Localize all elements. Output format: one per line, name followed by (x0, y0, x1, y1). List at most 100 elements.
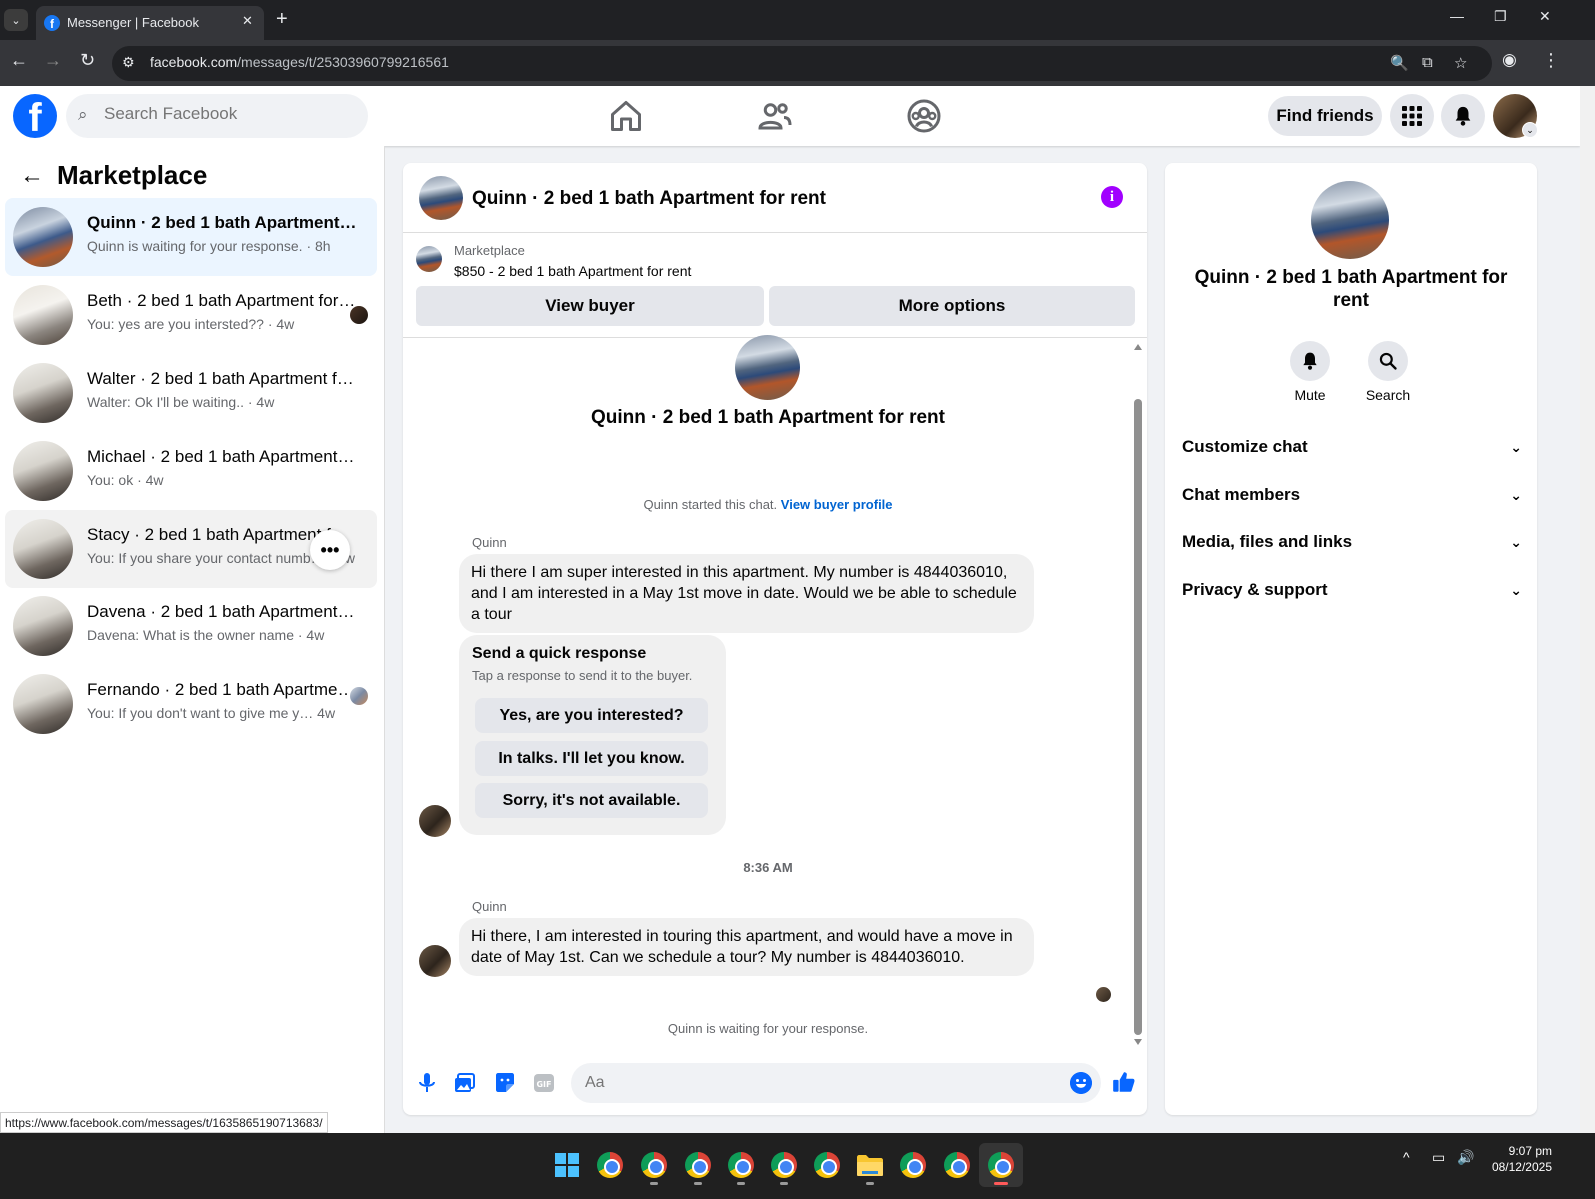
page-scrollbar[interactable] (1580, 86, 1595, 1133)
privacy-support-section[interactable]: Privacy & support ⌄ (1182, 570, 1522, 610)
facebook-logo-icon[interactable]: f (13, 94, 57, 138)
facebook-favicon-icon: f (44, 15, 60, 31)
info-icon[interactable]: i (1101, 186, 1123, 208)
quick-response-title: Send a quick response (472, 645, 647, 662)
browser-tab[interactable]: f Messenger | Facebook ✕ (36, 6, 264, 40)
chat-title[interactable]: Quinn · 2 bed 1 bath Apartment for rent (472, 188, 826, 210)
listing-thumbnail[interactable] (416, 246, 442, 272)
back-icon[interactable]: ← (10, 50, 28, 71)
taskbar-clock[interactable]: 9:07 pm 08/12/2025 (1480, 1143, 1552, 1175)
view-buyer-profile-link[interactable]: View buyer profile (781, 497, 893, 512)
emoji-icon[interactable] (1070, 1072, 1092, 1094)
search-action[interactable]: Search (1348, 341, 1428, 403)
media-files-links-section[interactable]: Media, files and links ⌄ (1182, 522, 1522, 562)
start-button[interactable] (545, 1143, 589, 1187)
sidebar-title: Marketplace (57, 160, 208, 190)
conversation-item[interactable]: Walter · 2 bed 1 bath Apartment for rent… (5, 354, 377, 432)
url-text[interactable]: facebook.com/messages/t/2530396079921656… (150, 54, 449, 70)
taskbar-chrome[interactable] (891, 1143, 935, 1187)
message-input[interactable] (571, 1063, 1101, 1103)
menu-grid-button[interactable] (1390, 94, 1434, 138)
taskbar-file-explorer[interactable] (848, 1143, 892, 1187)
mute-action[interactable]: Mute (1270, 341, 1350, 403)
chevron-down-icon: ⌄ (1510, 533, 1522, 550)
quick-response-in-talks-button[interactable]: In talks. I'll let you know. (475, 741, 708, 776)
notifications-button[interactable] (1441, 94, 1485, 138)
taskbar-chrome[interactable] (805, 1143, 849, 1187)
bookmark-star-icon[interactable]: ☆ (1454, 54, 1467, 72)
tab-list-button[interactable]: ⌄ (4, 9, 28, 31)
quick-response-yes-button[interactable]: Yes, are you interested? (475, 698, 708, 733)
home-icon[interactable] (608, 98, 644, 134)
taskbar-chrome[interactable] (762, 1143, 806, 1187)
restore-icon[interactable]: ❐ (1494, 8, 1507, 25)
chat-listing-photo[interactable] (419, 176, 463, 220)
conversation-preview: Davena: What is the owner name · 4w (87, 627, 325, 643)
details-listing-photo[interactable] (1311, 181, 1389, 259)
groups-icon[interactable] (906, 98, 942, 134)
taskbar-chrome[interactable] (588, 1143, 632, 1187)
message-bubble[interactable]: Hi there, I am interested in touring thi… (459, 918, 1034, 976)
chrome-icon (728, 1152, 754, 1178)
photo-icon[interactable] (453, 1071, 477, 1095)
close-window-icon[interactable]: ✕ (1539, 8, 1551, 25)
network-icon[interactable]: ▭ (1432, 1149, 1445, 1166)
conversation-name: Davena · 2 bed 1 bath Apartment for rent (87, 602, 357, 621)
status-bar-url: https://www.facebook.com/messages/t/1635… (0, 1112, 328, 1133)
microphone-icon[interactable] (415, 1071, 439, 1095)
message-bubble[interactable]: Hi there I am super interested in this a… (459, 554, 1034, 633)
more-options-button[interactable]: More options (769, 286, 1135, 326)
volume-icon[interactable]: 🔊 (1457, 1149, 1474, 1166)
message-scrollbar[interactable] (1131, 339, 1145, 1051)
taskbar-chrome[interactable] (719, 1143, 763, 1187)
reload-icon[interactable]: ↻ (80, 50, 95, 71)
back-arrow-icon[interactable]: ← (20, 162, 44, 190)
sender-avatar[interactable] (419, 805, 451, 837)
search-input[interactable] (104, 104, 354, 124)
new-tab-icon[interactable]: + (276, 8, 288, 31)
conversation-item[interactable]: Stacy · 2 bed 1 bath Apartment for rent Y… (5, 510, 377, 588)
chat-members-section[interactable]: Chat members ⌄ (1182, 475, 1522, 515)
conversation-item[interactable]: Fernando · 2 bed 1 bath Apartment for re… (5, 665, 377, 743)
profile-icon[interactable]: ◉ (1502, 50, 1517, 70)
minimize-icon[interactable]: — (1450, 8, 1464, 24)
conversation-item[interactable]: Quinn · 2 bed 1 bath Apartment for rent Q… (5, 198, 377, 276)
tab-close-icon[interactable]: ✕ (242, 13, 253, 29)
tab-title: Messenger | Facebook (67, 15, 199, 30)
taskbar-chrome-active[interactable] (979, 1143, 1023, 1187)
zoom-icon[interactable]: 🔍 (1390, 54, 1409, 72)
sender-avatar[interactable] (419, 945, 451, 977)
tray-overflow-icon[interactable]: ^ (1403, 1149, 1410, 1165)
customize-chat-section[interactable]: Customize chat ⌄ (1182, 427, 1522, 467)
conversation-item[interactable]: Michael · 2 bed 1 bath Apartment for ren… (5, 432, 377, 510)
quick-response-card: Send a quick response Tap a response to … (459, 635, 726, 835)
listing-price[interactable]: $850 - 2 bed 1 bath Apartment for rent (454, 263, 691, 279)
find-friends-button[interactable]: Find friends (1268, 96, 1382, 136)
conversation-item[interactable]: Davena · 2 bed 1 bath Apartment for rent… (5, 587, 377, 665)
conversation-name: Fernando · 2 bed 1 bath Apartment for re… (87, 680, 357, 699)
quick-response-not-available-button[interactable]: Sorry, it's not available. (475, 783, 708, 818)
intro-title: Quinn · 2 bed 1 bath Apartment for rent (591, 407, 945, 428)
gif-icon[interactable]: GIF (532, 1071, 556, 1095)
conversation-name: Michael · 2 bed 1 bath Apartment for ren… (87, 447, 357, 466)
sender-name: Quinn (472, 535, 507, 550)
view-buyer-button[interactable]: View buyer (416, 286, 764, 326)
friends-icon[interactable] (757, 98, 793, 134)
listing-banner: Marketplace $850 - 2 bed 1 bath Apartmen… (403, 234, 1147, 338)
install-app-icon[interactable]: ⧉ (1422, 54, 1433, 71)
like-thumb-icon[interactable] (1111, 1069, 1137, 1095)
forward-icon[interactable]: → (44, 50, 62, 71)
sticker-icon[interactable] (493, 1071, 517, 1095)
conversation-more-icon[interactable]: ••• (310, 530, 350, 570)
conversation-item[interactable]: Beth · 2 bed 1 bath Apartment for rent Yo… (5, 276, 377, 354)
chrome-menu-icon[interactable]: ⋮ (1542, 50, 1560, 71)
taskbar-chrome[interactable] (935, 1143, 979, 1187)
bell-icon (1455, 106, 1471, 126)
account-chevron-icon[interactable]: ⌄ (1522, 122, 1538, 138)
search-box[interactable]: ⌕ (66, 94, 368, 138)
taskbar-chrome[interactable] (632, 1143, 676, 1187)
message-area[interactable]: Quinn · 2 bed 1 bath Apartment for rent … (403, 335, 1147, 1051)
omnibox[interactable]: ⚙ facebook.com/messages/t/25303960799216… (112, 46, 1492, 81)
taskbar-chrome[interactable] (676, 1143, 720, 1187)
site-info-icon[interactable]: ⚙ (122, 54, 135, 71)
